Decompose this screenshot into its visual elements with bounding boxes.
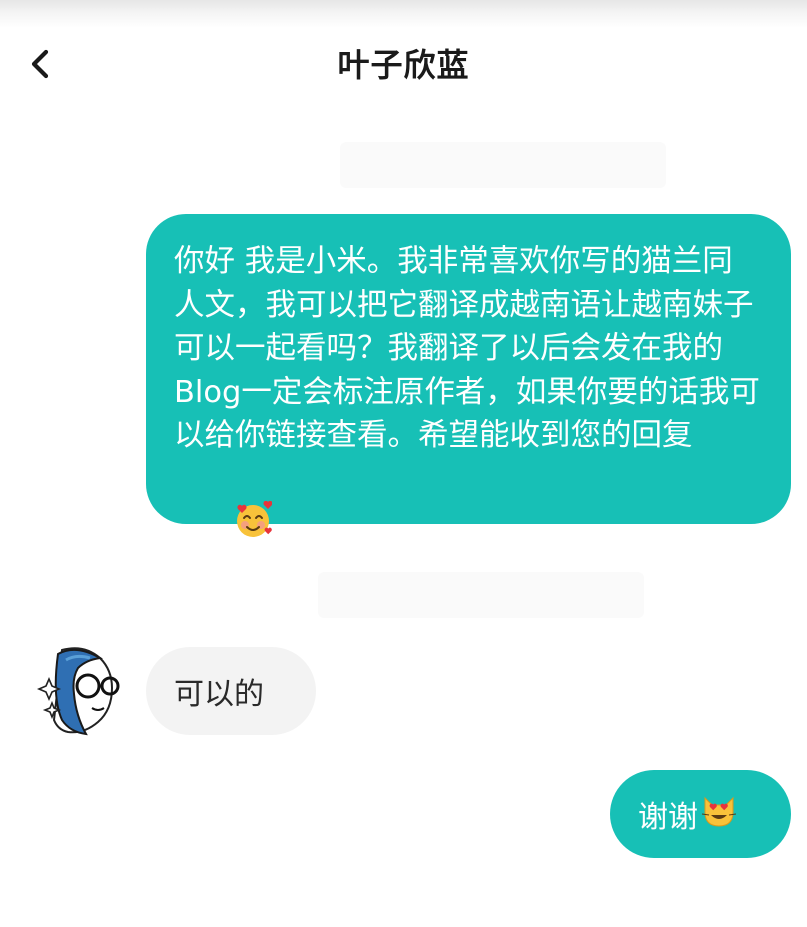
- chat-screen: 叶子欣蓝 你好 我是小米。我非常喜欢你写的猫兰同人文，我可以把它翻译成越南语让越…: [0, 0, 807, 927]
- outgoing-message-bubble[interactable]: 谢谢: [610, 770, 791, 858]
- message-text: 你好 我是小米。我非常喜欢你写的猫兰同人文，我可以把它翻译成越南语让越南妹子可以…: [174, 240, 761, 595]
- message-text: 可以的: [174, 677, 264, 712]
- incoming-message-bubble[interactable]: 可以的: [146, 647, 316, 735]
- message-text-content: 你好 我是小米。我非常喜欢你写的猫兰同人文，我可以把它翻译成越南语让越南妹子可以…: [174, 244, 760, 453]
- avatar-girl-glasses-icon: [36, 647, 120, 736]
- message-text: 谢谢: [638, 800, 698, 835]
- status-bar-shadow: [0, 0, 807, 28]
- smiling-face-with-hearts-icon: [176, 458, 273, 596]
- chat-title: 叶子欣蓝: [337, 46, 470, 84]
- watermark-area: [340, 142, 666, 188]
- outgoing-message-bubble[interactable]: 你好 我是小米。我非常喜欢你写的猫兰同人文，我可以把它翻译成越南语让越南妹子可以…: [146, 214, 791, 537]
- avatar[interactable]: [32, 646, 120, 736]
- heart-eyes-cat-icon: [700, 792, 738, 836]
